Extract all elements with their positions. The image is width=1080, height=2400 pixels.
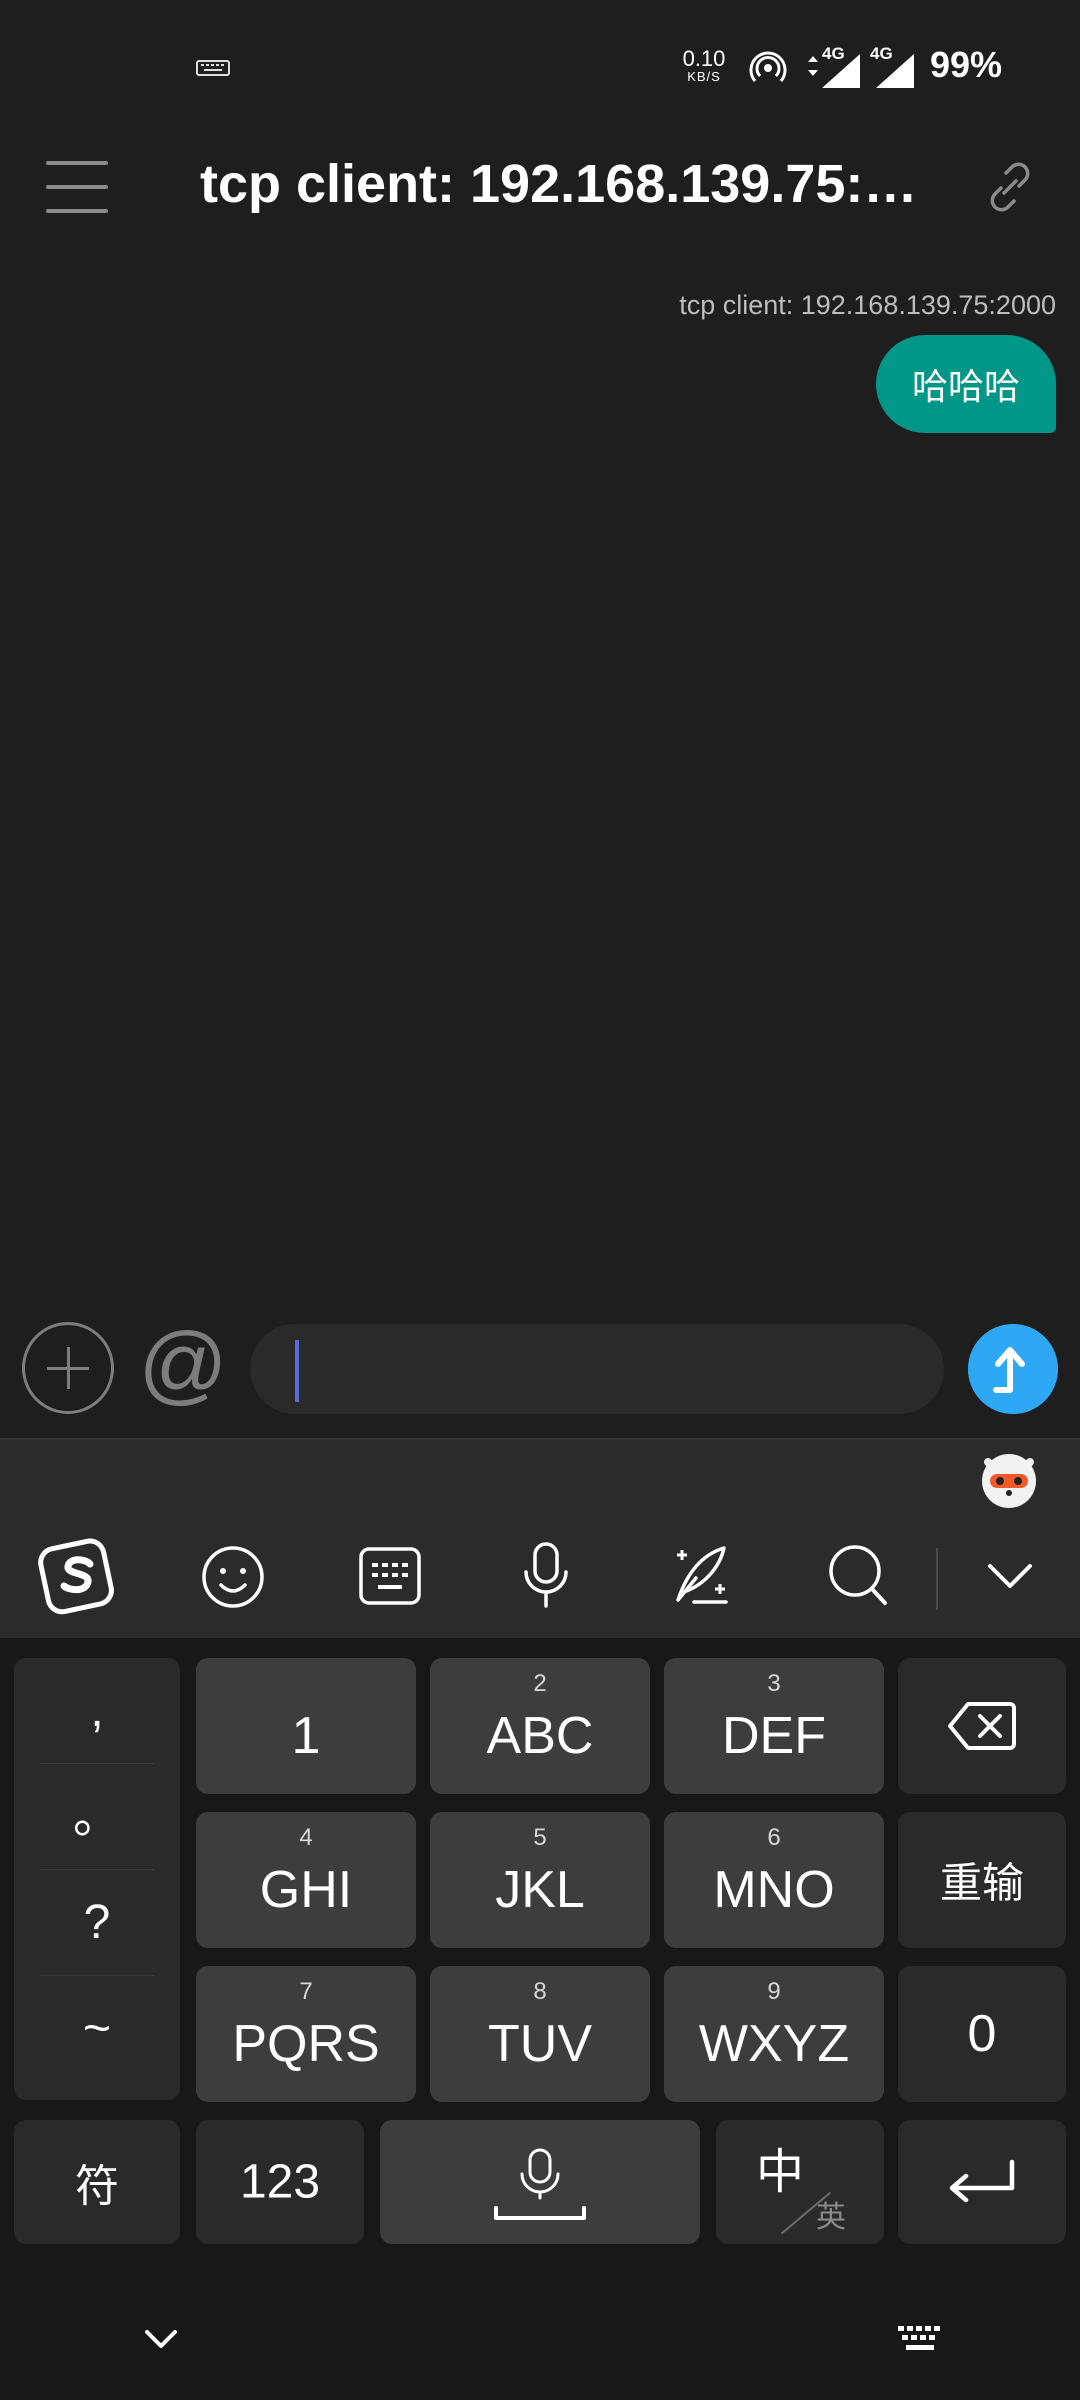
search-icon[interactable] — [826, 1542, 890, 1608]
punctuation-key[interactable]: ~ — [40, 1976, 154, 2082]
sogou-logo-icon[interactable] — [38, 1536, 118, 1616]
key-9-wxyz[interactable]: 9 WXYZ — [664, 1966, 884, 2102]
key-label: MNO — [713, 1861, 835, 1919]
navigation-bar — [0, 2250, 1080, 2400]
composer: @ — [0, 1300, 1080, 1438]
key-number: 4 — [299, 1824, 313, 1851]
key-label: 123 — [239, 2155, 321, 2209]
keyboard-notification-icon — [196, 60, 230, 76]
key-6-mno[interactable]: 6 MNO — [664, 1812, 884, 1948]
numbers-key[interactable]: 123 — [196, 2120, 364, 2244]
key-label: 符 — [75, 2162, 119, 2211]
chevron-down-icon[interactable] — [986, 1560, 1034, 1592]
key-number: 2 — [533, 1670, 547, 1697]
punctuation-key[interactable]: 。 — [40, 1764, 154, 1870]
key-label-chinese: 中 — [756, 2146, 805, 2199]
emoji-icon[interactable] — [200, 1544, 266, 1610]
backspace-key[interactable] — [898, 1658, 1066, 1794]
key-7-pqrs[interactable]: 7 PQRS — [196, 1966, 416, 2102]
punctuation-key[interactable]: , — [40, 1658, 154, 1764]
key-1[interactable]: 1 — [196, 1658, 416, 1794]
speed-unit: KB/S — [687, 69, 721, 84]
key-label: JKL — [495, 1861, 585, 1919]
key-number: 3 — [767, 1670, 781, 1697]
handwriting-icon[interactable] — [668, 1540, 734, 1610]
symbols-key[interactable]: 符 — [14, 2120, 180, 2244]
punctuation-key[interactable]: ? — [40, 1870, 154, 1976]
backspace-icon — [948, 1702, 1016, 1750]
language-switch-key[interactable]: 中 英 — [716, 2120, 884, 2244]
message-bubble[interactable]: 哈哈哈 — [875, 335, 1056, 433]
enter-icon — [949, 2159, 1015, 2203]
message-input[interactable] — [250, 1324, 944, 1414]
hotspot-icon — [749, 51, 787, 82]
page-title: tcp client: 192.168.139.75:2000 — [200, 154, 920, 214]
key-label: 1 — [291, 1707, 321, 1765]
network-speed: 0.10 KB/S — [678, 46, 730, 84]
key-label: PQRS — [232, 2015, 380, 2073]
keyboard-layout-icon[interactable] — [358, 1546, 422, 1606]
key-8-tuv[interactable]: 8 TUV — [430, 1966, 650, 2102]
speed-value: 0.10 — [682, 46, 726, 71]
key-label: 重输 — [939, 1859, 1024, 1907]
mascot-icon[interactable] — [978, 1448, 1040, 1510]
key-label: GHI — [259, 1861, 353, 1919]
toolbar-divider — [936, 1548, 938, 1610]
menu-button[interactable] — [46, 161, 108, 213]
microphone-icon — [494, 2148, 586, 2220]
menu-icon-line — [46, 209, 108, 213]
enter-key[interactable] — [898, 2120, 1066, 2244]
key-2-abc[interactable]: 2 ABC — [430, 1658, 650, 1794]
key-label: 0 — [967, 2005, 997, 2063]
key-4-ghi[interactable]: 4 GHI — [196, 1812, 416, 1948]
menu-icon-line — [46, 161, 108, 165]
text-caret — [295, 1340, 299, 1402]
key-label: DEF — [722, 1707, 826, 1765]
key-label: WXYZ — [698, 2015, 850, 2073]
key-number: 6 — [767, 1824, 781, 1851]
mention-button[interactable]: @ — [138, 1314, 228, 1414]
message-sender: tcp client: 192.168.139.75:2000 — [679, 290, 1056, 320]
add-attachment-button[interactable] — [22, 1322, 114, 1414]
key-number: 5 — [533, 1824, 547, 1851]
key-0[interactable]: 0 — [898, 1966, 1066, 2102]
key-3-def[interactable]: 3 DEF — [664, 1658, 884, 1794]
app-bar: tcp client: 192.168.139.75:2000 — [0, 135, 1080, 235]
key-5-jkl[interactable]: 5 JKL — [430, 1812, 650, 1948]
key-label: ABC — [486, 1707, 594, 1765]
space-key[interactable] — [380, 2120, 700, 2244]
punctuation-column: , 。 ? ~ — [14, 1658, 180, 2100]
key-number: 8 — [533, 1978, 547, 2005]
keyboard-switch-icon[interactable] — [896, 2324, 944, 2354]
link-icon[interactable] — [982, 159, 1038, 215]
status-bar: 0.10 KB/S 4G 4G 99% — [0, 0, 1080, 135]
battery-level: 99% — [930, 44, 1003, 85]
reenter-key[interactable]: 重输 — [898, 1812, 1066, 1948]
network-type-2: 4G — [870, 44, 893, 63]
menu-icon-line — [46, 185, 108, 189]
key-label: TUV — [488, 2015, 592, 2073]
key-number: 7 — [299, 1978, 313, 2005]
microphone-icon[interactable] — [518, 1540, 574, 1610]
network-type-1: 4G — [822, 44, 845, 63]
send-button[interactable] — [968, 1324, 1058, 1414]
hide-keyboard-icon[interactable] — [144, 2328, 178, 2350]
key-number: 9 — [767, 1978, 781, 2005]
